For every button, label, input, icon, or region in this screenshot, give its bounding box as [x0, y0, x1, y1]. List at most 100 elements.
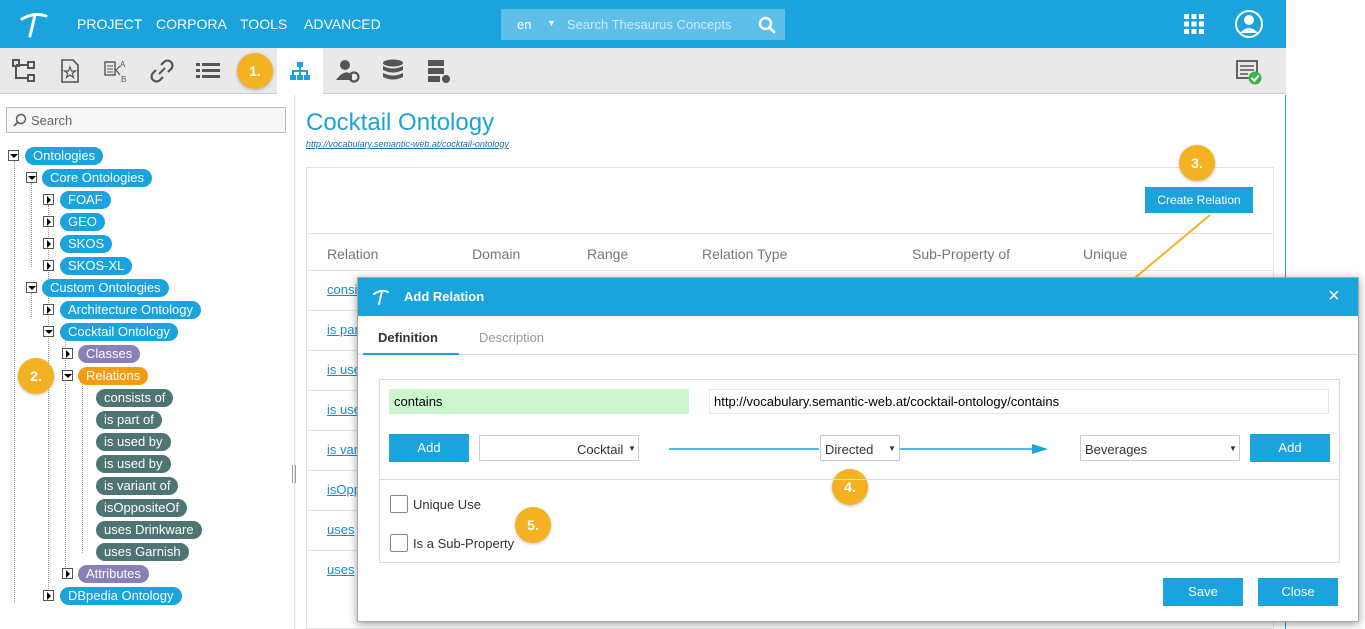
save-button[interactable]: Save	[1163, 578, 1243, 606]
tree-node-architecture-ontology[interactable]: Architecture Ontology	[60, 301, 202, 319]
relation-type-select[interactable]: Directed ▼	[820, 435, 900, 461]
tree-node-dbpedia-ontology[interactable]: DBpedia Ontology	[60, 587, 182, 605]
tree-node-cocktail-ontology[interactable]: Cocktail Ontology	[60, 323, 178, 341]
app-window: PROJECT CORPORA TOOLS ADVANCED en ▼ Sear…	[0, 0, 1365, 629]
add-range-button[interactable]: Add	[1250, 434, 1330, 462]
tab-description[interactable]: Description	[479, 330, 544, 345]
close-icon[interactable]: ×	[1328, 286, 1340, 306]
poolparty-logo-icon	[373, 289, 389, 305]
tree-expander-core[interactable]	[26, 172, 37, 183]
relation-name-input[interactable]	[389, 389, 689, 414]
add-domain-button[interactable]: Add	[389, 434, 469, 462]
server-icon[interactable]	[425, 58, 451, 84]
tree-search-input[interactable]: Search	[6, 107, 286, 133]
compare-icon[interactable]: A B	[104, 58, 130, 84]
active-tab-indicator	[363, 353, 459, 355]
favorites-icon[interactable]	[57, 58, 83, 84]
tab-definition[interactable]: Definition	[378, 330, 438, 345]
table-row-link[interactable]: isOpp	[327, 482, 361, 497]
tree-expander-foaf[interactable]	[43, 194, 54, 205]
tree-expander-skosxl[interactable]	[43, 260, 54, 271]
menu-corpora[interactable]: CORPORA	[156, 16, 227, 32]
column-relation[interactable]: Relation	[327, 246, 378, 262]
chevron-down-icon: ▼	[628, 444, 636, 453]
toolbar: A B 1.	[0, 48, 1286, 94]
search-icon[interactable]	[758, 16, 776, 34]
dialog-title: Add Relation	[404, 289, 485, 304]
table-row-link[interactable]: is var	[327, 442, 358, 457]
table-row-link[interactable]: is use	[327, 402, 361, 417]
tree-node-skos[interactable]: SKOS	[60, 235, 113, 253]
tree-node-ontologies[interactable]: Ontologies	[25, 147, 104, 165]
apps-grid-icon[interactable]	[1184, 14, 1204, 34]
language-select[interactable]: en	[517, 17, 531, 32]
relation-uri-input[interactable]	[709, 389, 1329, 414]
tree-expander-skos[interactable]	[43, 238, 54, 249]
tree-node-core-ontologies[interactable]: Core Ontologies	[42, 169, 152, 187]
user-settings-icon[interactable]	[335, 58, 361, 84]
tree-leaf-is-used-by[interactable]: is used by	[96, 433, 171, 451]
tree-node-attributes[interactable]: Attributes	[78, 565, 149, 583]
table-row-link[interactable]: uses	[327, 522, 354, 537]
relation-type-value: Directed	[825, 442, 874, 457]
unique-use-checkbox[interactable]	[390, 495, 408, 513]
tree-node-skos-xl[interactable]: SKOS-XL	[60, 257, 133, 275]
ontology-url-link[interactable]: http://vocabulary.semantic-web.at/cockta…	[306, 139, 509, 149]
status-ok-icon[interactable]	[1236, 59, 1262, 85]
table-row-link[interactable]: consi	[327, 282, 357, 297]
tree-expander-cocktail[interactable]	[43, 326, 54, 337]
tree-expander-dbpedia[interactable]	[43, 590, 54, 601]
link-icon[interactable]	[149, 58, 175, 84]
menu-advanced[interactable]: ADVANCED	[304, 16, 381, 32]
column-domain[interactable]: Domain	[472, 246, 520, 262]
ontology-tab-active[interactable]	[277, 48, 323, 94]
tree-node-foaf[interactable]: FOAF	[60, 191, 111, 209]
column-sub-property-of[interactable]: Sub-Property of	[912, 246, 1010, 262]
sub-property-checkbox[interactable]	[390, 534, 408, 552]
tree-expander-classes[interactable]	[62, 348, 73, 359]
svg-text:A: A	[120, 60, 126, 69]
tree-leaf-is-part-of[interactable]: is part of	[96, 411, 162, 429]
tree-leaf-is-used-by-2[interactable]: is used by	[96, 455, 171, 473]
step-badge-2: 2.	[18, 358, 54, 394]
user-avatar-icon[interactable]	[1234, 9, 1264, 39]
list-icon[interactable]	[195, 58, 221, 84]
range-select[interactable]: Beverages ▼	[1080, 435, 1240, 461]
tree-leaf-isoppositeof[interactable]: isOppositeOf	[96, 499, 188, 517]
poolparty-logo-icon[interactable]	[18, 10, 50, 38]
tree-node-custom-ontologies[interactable]: Custom Ontologies	[42, 279, 169, 297]
column-range[interactable]: Range	[587, 246, 628, 262]
database-icon[interactable]	[380, 58, 406, 84]
table-row-link[interactable]: uses	[327, 562, 354, 577]
step-badge-3: 3.	[1179, 145, 1215, 181]
tree-expander-ontologies[interactable]	[8, 150, 19, 161]
tree-expander-custom[interactable]	[26, 282, 37, 293]
close-button[interactable]: Close	[1258, 578, 1338, 606]
search-input[interactable]: Search Thesaurus Concepts	[567, 17, 732, 32]
chevron-down-icon: ▼	[888, 444, 896, 453]
tree-leaf-is-variant-of[interactable]: is variant of	[96, 477, 179, 495]
unique-use-label: Unique Use	[413, 497, 481, 512]
menu-tools[interactable]: TOOLS	[240, 16, 287, 32]
domain-select[interactable]: Cocktail ▼	[479, 435, 639, 461]
tree-expander-attributes[interactable]	[62, 568, 73, 579]
concept-search-box: en ▼ Search Thesaurus Concepts	[501, 9, 785, 40]
tree-search-placeholder: Search	[31, 113, 73, 128]
tree-leaf-uses-garnish[interactable]: uses Garnish	[96, 543, 189, 561]
tree-leaf-uses-drinkware[interactable]: uses Drinkware	[96, 521, 202, 539]
hierarchy-icon[interactable]	[11, 58, 37, 84]
tree-expander-architecture[interactable]	[43, 304, 54, 315]
column-unique[interactable]: Unique	[1083, 246, 1127, 262]
relation-direction-line	[669, 448, 819, 450]
tree-expander-geo[interactable]	[43, 216, 54, 227]
tree-node-relations[interactable]: Relations	[78, 367, 149, 385]
create-relation-button[interactable]: Create Relation	[1145, 187, 1253, 213]
tree-leaf-consists-of[interactable]: consists of	[96, 389, 174, 407]
tree-expander-relations[interactable]	[62, 370, 73, 381]
tree-node-classes[interactable]: Classes	[78, 345, 141, 363]
tree-node-geo[interactable]: GEO	[60, 213, 105, 231]
table-row-link[interactable]: is use	[327, 362, 361, 377]
column-relation-type[interactable]: Relation Type	[702, 246, 787, 262]
table-row-link[interactable]: is par	[327, 322, 359, 337]
menu-project[interactable]: PROJECT	[77, 16, 142, 32]
